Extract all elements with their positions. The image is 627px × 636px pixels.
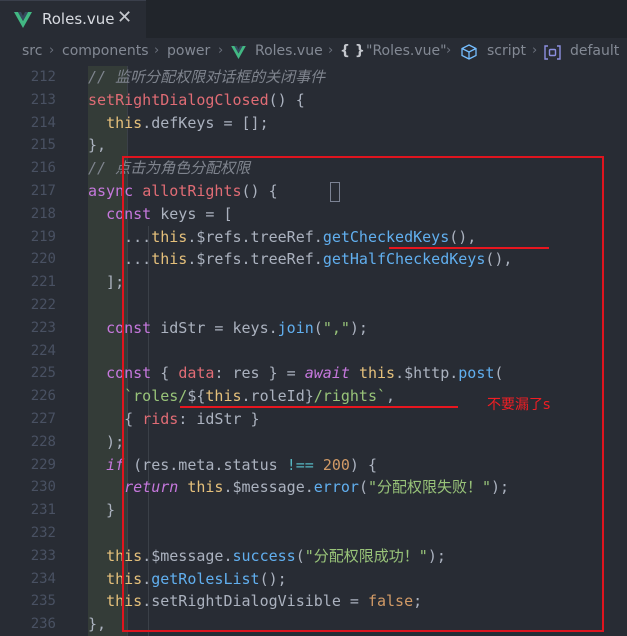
breadcrumb-separator: › [446, 43, 452, 58]
line-number: 235 [30, 593, 56, 610]
tab-roles-vue[interactable]: Roles.vue ✕ [0, 0, 146, 38]
code-line[interactable]: ]; [88, 271, 124, 294]
breadcrumb: src › components › power › Roles.vue › {… [0, 38, 627, 66]
breadcrumb-item-file[interactable]: Roles.vue [255, 43, 323, 59]
code-line[interactable]: }, [88, 613, 106, 636]
code-token: .defKeys = []; [142, 113, 269, 132]
code-token: ]; [88, 273, 125, 292]
code-token: }, [88, 136, 107, 155]
code-line[interactable]: this.defKeys = []; [88, 112, 269, 135]
line-number: 221 [30, 274, 56, 291]
bracket-match-highlight [330, 182, 340, 202]
line-number: 218 [30, 205, 56, 222]
breadcrumb-item-src[interactable]: src [22, 43, 42, 59]
code-token: this [106, 113, 143, 132]
line-number: 219 [30, 228, 56, 245]
line-number: 216 [30, 160, 56, 177]
breadcrumb-separator: › [49, 43, 55, 58]
line-number: 220 [30, 251, 56, 268]
code-token: }, [88, 615, 107, 634]
code-line[interactable]: }, [88, 134, 106, 157]
tab-title: Roles.vue [42, 10, 115, 28]
annotation-note: 不要漏了s [487, 397, 551, 413]
line-number: 214 [30, 114, 56, 131]
line-number: 223 [30, 319, 56, 336]
cube-icon [461, 44, 477, 60]
code-token: } [88, 501, 116, 520]
tab-bar: Roles.vue ✕ [0, 0, 627, 38]
line-number: 229 [30, 456, 56, 473]
line-number: 224 [30, 342, 56, 359]
code-line[interactable]: // 监听分配权限对话框的关闭事件 [88, 66, 325, 89]
braces-icon: { } [340, 43, 365, 59]
line-number: 222 [30, 297, 56, 313]
line-number: 227 [30, 411, 56, 427]
breadcrumb-separator: › [328, 43, 334, 58]
vue-icon [231, 46, 246, 59]
code-editor: Roles.vue ✕ src › components › power › R… [0, 0, 627, 636]
breadcrumb-separator: › [154, 43, 160, 58]
code-token: ); [88, 432, 125, 451]
field-icon [544, 45, 561, 60]
annotation-underline [389, 247, 549, 249]
code-line[interactable]: ); [88, 431, 124, 454]
code-token: () { [268, 90, 305, 109]
line-number: 236 [30, 616, 56, 633]
line-number: 231 [30, 502, 56, 519]
annotation-underline [180, 406, 458, 408]
code-line[interactable]: setRightDialogClosed() { [88, 89, 305, 112]
breadcrumb-item-script[interactable]: script [487, 43, 526, 59]
line-number: 228 [30, 433, 56, 450]
close-icon[interactable]: ✕ [117, 8, 132, 28]
line-number: 215 [30, 137, 56, 154]
breadcrumb-item-default[interactable]: default [570, 43, 619, 59]
breadcrumb-separator: › [532, 43, 538, 58]
breadcrumb-item-module[interactable]: "Roles.vue" [366, 43, 447, 59]
line-number: 225 [30, 365, 56, 382]
line-number: 212 [30, 69, 56, 85]
vue-icon [14, 12, 32, 28]
line-number: 234 [30, 570, 56, 587]
line-number: 230 [30, 479, 56, 496]
line-number: 217 [30, 183, 56, 199]
code-line[interactable]: } [88, 499, 115, 522]
line-number: 226 [30, 388, 56, 405]
line-number: 232 [30, 525, 56, 541]
code-token: // 监听分配权限对话框的关闭事件 [88, 68, 326, 86]
line-number: 213 [30, 91, 56, 108]
line-number: 233 [30, 547, 56, 564]
code-token: setRightDialogClosed [88, 90, 269, 109]
breadcrumb-item-power[interactable]: power [167, 43, 210, 59]
breadcrumb-separator: › [218, 43, 224, 58]
breadcrumb-item-components[interactable]: components [62, 43, 149, 59]
